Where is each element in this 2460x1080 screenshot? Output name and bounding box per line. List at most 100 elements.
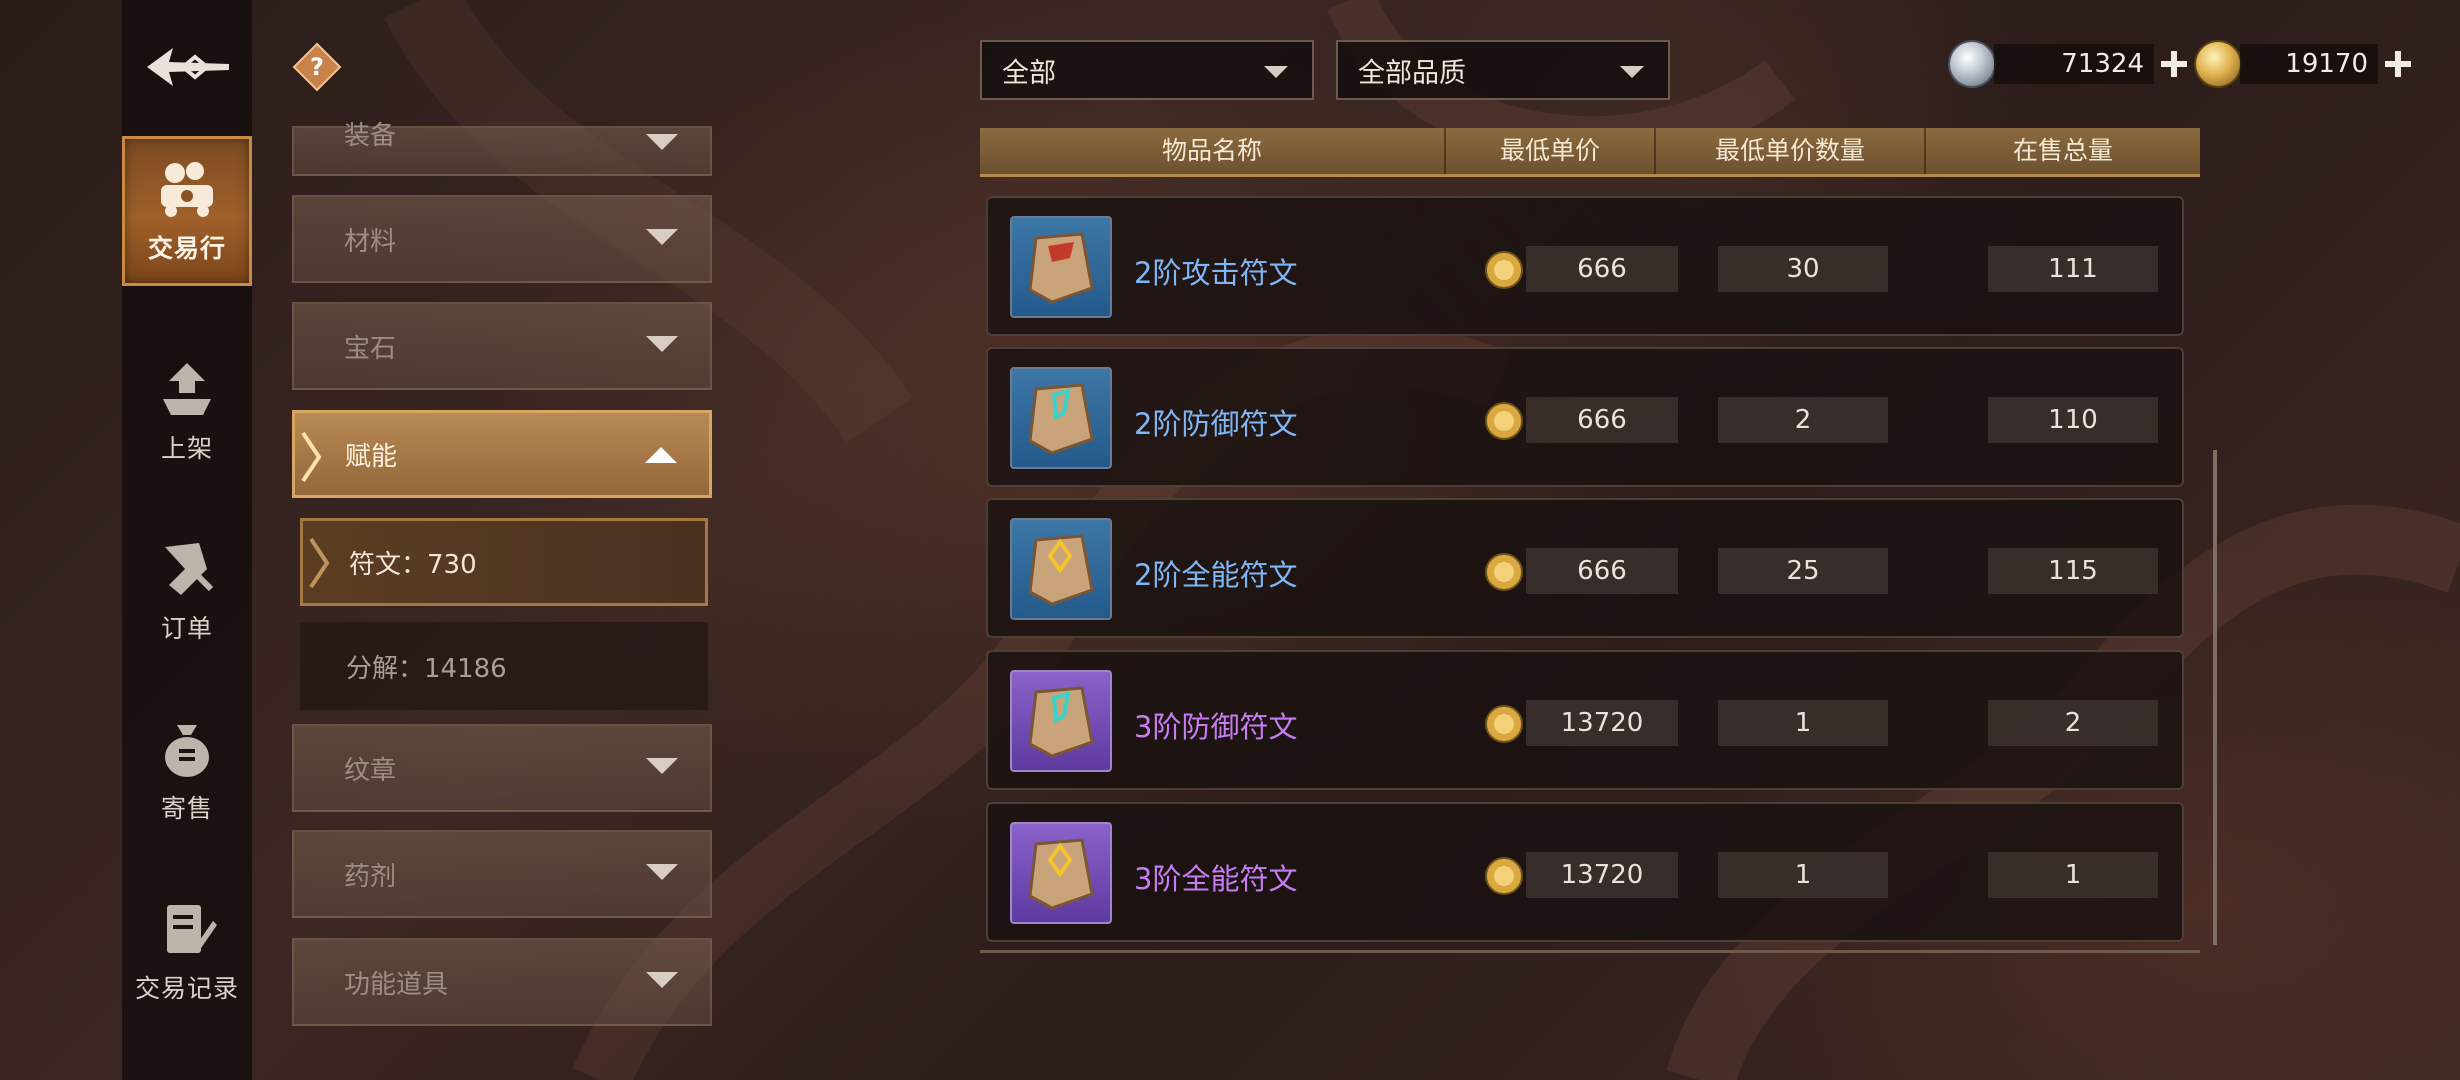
quality-filter-dropdown[interactable]: 全部品质 xyxy=(1336,40,1670,100)
item-list: 2阶攻击符文 666 30 111 2阶防御符文 666 2 110 2阶全能符… xyxy=(980,178,2200,952)
gold-coin-icon xyxy=(2196,42,2240,86)
chevron-down-icon xyxy=(1620,66,1644,78)
min-price: 666 xyxy=(1526,246,1678,292)
subcategory-rune[interactable]: 符文：730 xyxy=(300,518,708,606)
category-potion[interactable]: 药剂 xyxy=(292,830,712,918)
nav-item-orders[interactable]: 订单 xyxy=(122,516,252,666)
table-header: 物品名称 最低单价 最低单价数量 在售总量 xyxy=(980,128,2200,177)
chevron-down-icon xyxy=(646,134,678,150)
column-header-item-name: 物品名称 xyxy=(1161,136,1262,165)
total-on-sale: 110 xyxy=(1988,397,2158,443)
subcategory-label-rune: 符文：730 xyxy=(349,549,477,580)
category-label-utility-items: 功能道具 xyxy=(344,969,449,1000)
trade-record-icon xyxy=(155,897,219,961)
type-filter-dropdown[interactable]: 全部 xyxy=(980,40,1314,100)
category-empower[interactable]: 赋能 xyxy=(292,410,712,498)
defense-rune-icon xyxy=(1010,670,1112,772)
chevron-down-icon xyxy=(646,229,678,245)
category-label-equipment: 装备 xyxy=(344,120,397,151)
subcategory-decompose[interactable]: 分解：14186 xyxy=(300,622,708,710)
chevron-down-icon xyxy=(646,972,678,988)
table-row[interactable]: 3阶全能符文 13720 1 1 xyxy=(986,802,2184,942)
gold-currency: 19170 xyxy=(2196,40,2414,88)
total-on-sale: 111 xyxy=(1988,246,2158,292)
attack-rune-icon xyxy=(1010,216,1112,318)
category-label-gems: 宝石 xyxy=(344,333,397,364)
category-label-empower: 赋能 xyxy=(345,441,398,472)
chevron-ornament-icon xyxy=(301,431,322,483)
help-icon: ? xyxy=(292,42,342,92)
category-label-potion: 药剂 xyxy=(344,861,397,892)
table-row[interactable]: 2阶攻击符文 666 30 111 xyxy=(986,196,2184,336)
min-price: 13720 xyxy=(1526,852,1678,898)
subcategory-label-decompose: 分解：14186 xyxy=(346,653,507,684)
table-row[interactable]: 2阶防御符文 666 2 110 xyxy=(986,347,2184,487)
defense-rune-icon xyxy=(1010,367,1112,469)
min-price-quantity: 25 xyxy=(1718,548,1888,594)
total-on-sale: 1 xyxy=(1988,852,2158,898)
nav-item-auction-house[interactable]: 交易行 xyxy=(122,136,252,286)
back-button[interactable] xyxy=(140,32,236,102)
item-name: 2阶防御符文 xyxy=(1134,407,1298,441)
nav-label-consignment: 寄售 xyxy=(160,794,213,823)
allround-rune-icon xyxy=(1010,518,1112,620)
chevron-down-icon xyxy=(1264,66,1288,78)
quality-filter-value: 全部品质 xyxy=(1358,57,1466,89)
nav-label-list-for-sale: 上架 xyxy=(160,434,213,463)
nav-item-consignment[interactable]: 寄售 xyxy=(122,696,252,846)
category-utility-items[interactable]: 功能道具 xyxy=(292,938,712,1026)
column-header-min-price: 最低单价 xyxy=(1444,128,1654,174)
item-name: 2阶全能符文 xyxy=(1134,558,1298,592)
chevron-down-icon xyxy=(646,758,678,774)
chevron-ornament-icon xyxy=(309,537,330,589)
table-row[interactable]: 2阶全能符文 666 25 115 xyxy=(986,498,2184,638)
nav-label-auction-house: 交易行 xyxy=(147,234,226,263)
min-price: 13720 xyxy=(1526,700,1678,746)
category-emblem[interactable]: 纹章 xyxy=(292,724,712,812)
nav-item-trade-record[interactable]: 交易记录 xyxy=(122,876,252,1026)
chevron-down-icon xyxy=(646,864,678,880)
list-item-icon xyxy=(155,357,219,421)
min-price: 666 xyxy=(1526,397,1678,443)
list-scrollbar[interactable] xyxy=(2213,450,2217,945)
category-gems[interactable]: 宝石 xyxy=(292,302,712,390)
chevron-up-icon xyxy=(645,447,677,463)
category-label-materials: 材料 xyxy=(344,226,397,257)
category-label-emblem: 纹章 xyxy=(344,755,397,786)
silver-amount: 71324 xyxy=(1994,44,2154,84)
silver-coin-icon xyxy=(1950,42,1994,86)
total-on-sale: 115 xyxy=(1988,548,2158,594)
chevron-down-icon xyxy=(646,336,678,352)
min-price-quantity: 1 xyxy=(1718,852,1888,898)
silver-currency: 71324 xyxy=(1950,40,2190,88)
gold-coin-icon xyxy=(1485,553,1523,591)
help-button[interactable]: ? xyxy=(292,42,342,92)
svg-text:?: ? xyxy=(310,53,324,81)
total-on-sale: 2 xyxy=(1988,700,2158,746)
min-price-quantity: 2 xyxy=(1718,397,1888,443)
min-price: 666 xyxy=(1526,548,1678,594)
list-bottom-divider xyxy=(980,950,2200,953)
consignment-bag-icon xyxy=(155,717,219,781)
column-header-total-on-sale: 在售总量 xyxy=(1924,128,2200,174)
auction-house-icon xyxy=(155,157,219,221)
gold-coin-icon xyxy=(1485,705,1523,743)
back-arrow-icon xyxy=(147,48,229,86)
item-name: 3阶全能符文 xyxy=(1134,862,1298,896)
order-icon xyxy=(155,537,219,601)
gold-coin-icon xyxy=(1485,402,1523,440)
nav-item-list-for-sale[interactable]: 上架 xyxy=(122,336,252,486)
gold-amount: 19170 xyxy=(2240,44,2378,84)
add-gold-button[interactable] xyxy=(2382,48,2414,80)
table-row[interactable]: 3阶防御符文 13720 1 2 xyxy=(986,650,2184,790)
category-equipment[interactable]: 装备 xyxy=(292,121,712,176)
item-name: 3阶防御符文 xyxy=(1134,710,1298,744)
column-header-min-price-qty: 最低单价数量 xyxy=(1654,128,1924,174)
min-price-quantity: 1 xyxy=(1718,700,1888,746)
item-name: 2阶攻击符文 xyxy=(1134,256,1298,290)
min-price-quantity: 30 xyxy=(1718,246,1888,292)
add-silver-button[interactable] xyxy=(2158,48,2190,80)
type-filter-value: 全部 xyxy=(1002,57,1056,89)
nav-label-trade-record: 交易记录 xyxy=(134,974,239,1003)
category-materials[interactable]: 材料 xyxy=(292,195,712,283)
